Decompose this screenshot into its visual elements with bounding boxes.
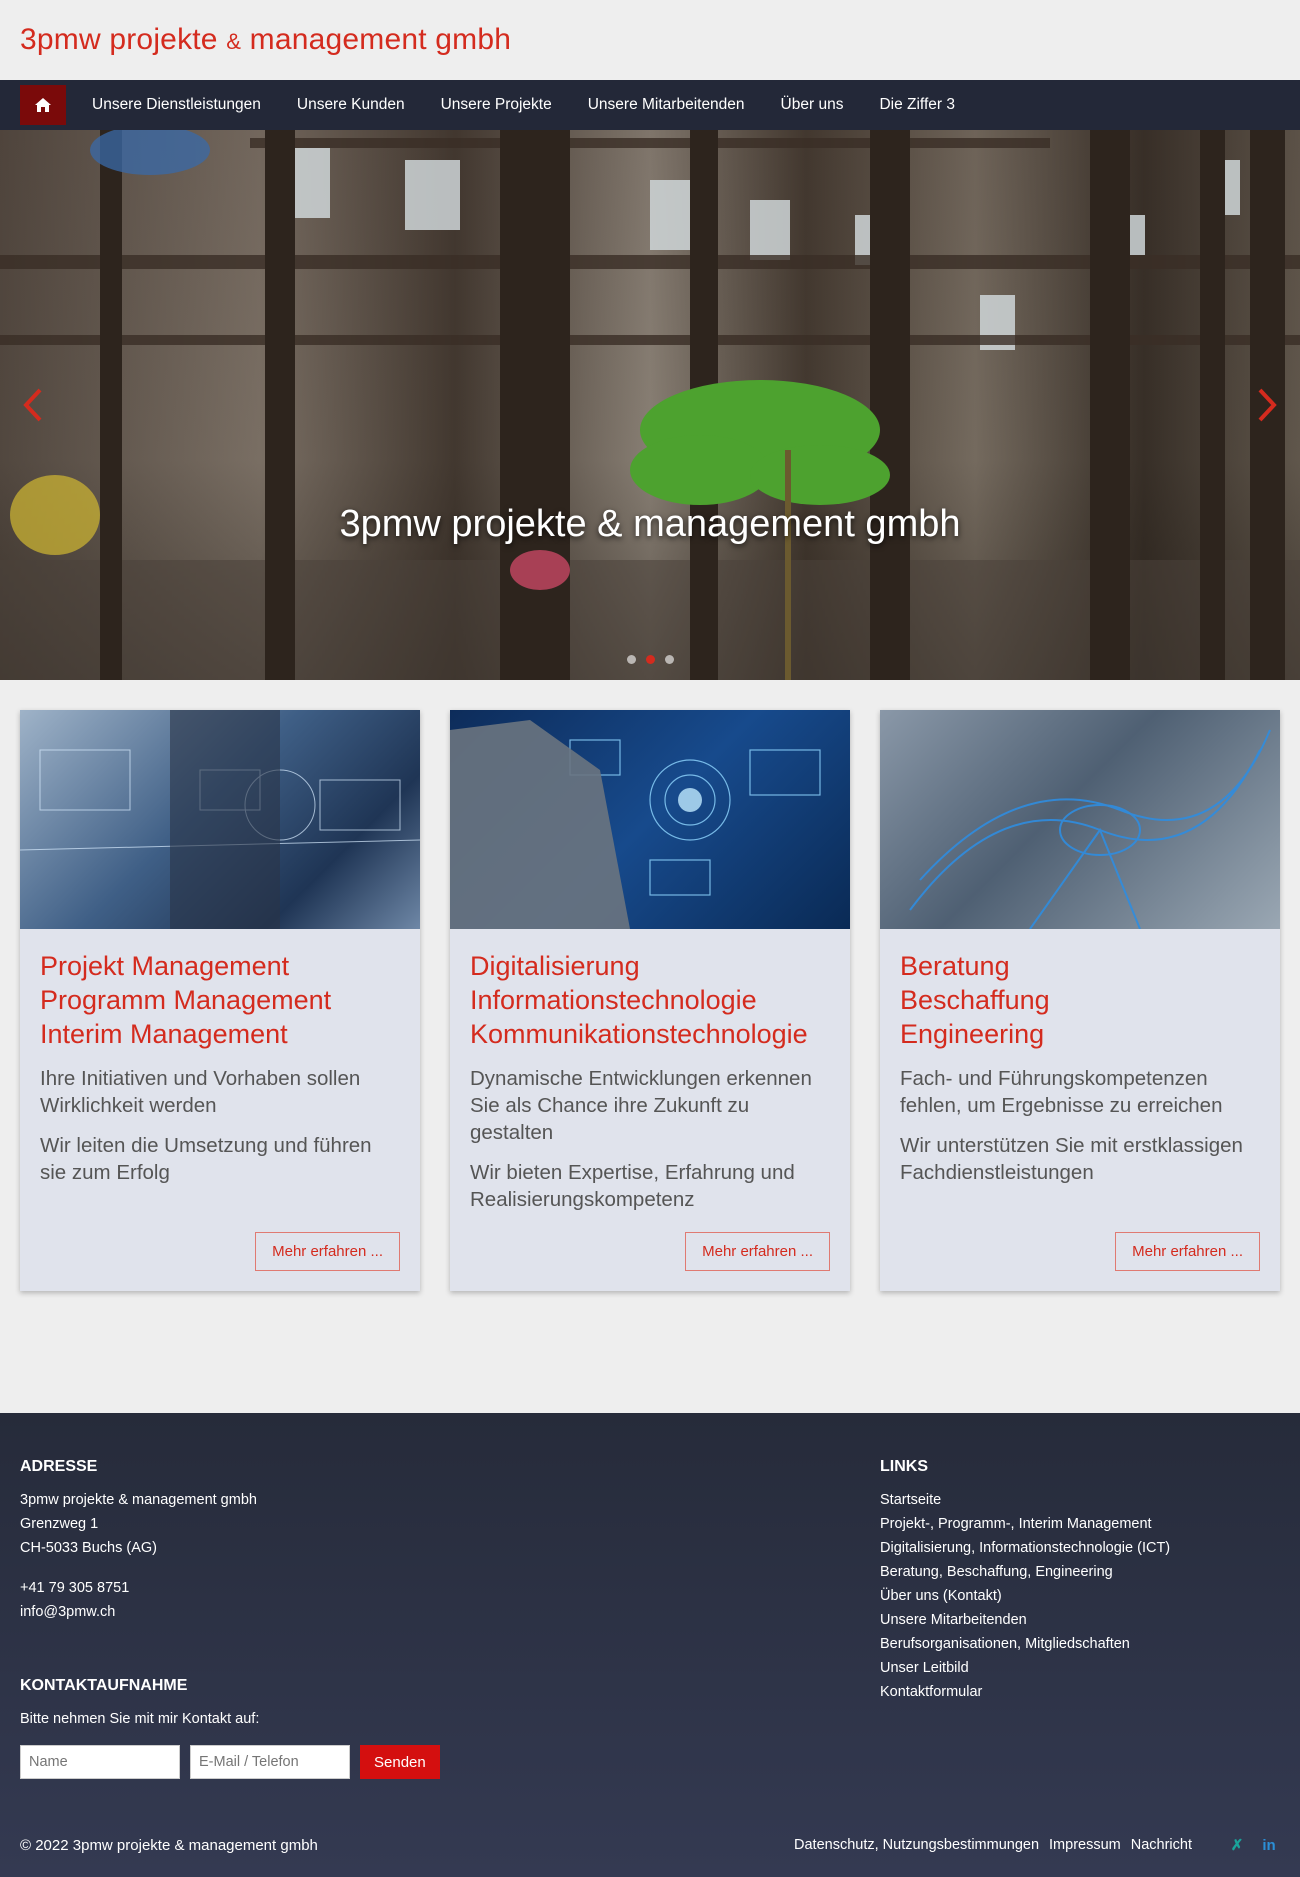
home-icon: [35, 98, 51, 112]
nav-home-button[interactable]: [20, 85, 66, 125]
card-title: Digitalisierung Informationstechnologie …: [470, 949, 830, 1051]
footer-bottom: © 2022 3pmw projekte & management gmbh D…: [20, 1833, 1280, 1857]
footer-link[interactable]: Unser Leitbild: [880, 1656, 1280, 1680]
footer-link-impressum[interactable]: Impressum: [1049, 1833, 1121, 1857]
slider-dot-1[interactable]: [626, 655, 636, 664]
main-nav: Unsere Dienstleistungen Unsere Kunden Un…: [0, 80, 1300, 130]
brand-text-2: management gmbh: [241, 23, 512, 56]
footer-link-datenschutz[interactable]: Datenschutz, Nutzungsbestimmungen: [794, 1833, 1039, 1857]
address-street: Grenzweg 1: [20, 1516, 99, 1532]
card-image: [880, 710, 1280, 929]
footer-links: LINKS Startseite Projekt-, Programm-, In…: [880, 1458, 1280, 1704]
hero-slider: 3pmw projekte & management gmbh: [0, 130, 1300, 680]
card-title-line: Kommunikationstechnologie: [470, 1019, 808, 1049]
footer-link[interactable]: Über uns (Kontakt): [880, 1584, 1280, 1608]
nav-item-kunden[interactable]: Unsere Kunden: [279, 96, 423, 114]
send-button[interactable]: Senden: [360, 1745, 440, 1779]
contact-heading: KONTAKTAUFNAHME: [20, 1677, 188, 1694]
card-text: Dynamische Entwicklungen erkennen Sie al…: [470, 1067, 812, 1144]
card-text: Fach- und Führungskompetenzen fehlen, um…: [900, 1067, 1223, 1117]
footer-link[interactable]: Projekt-, Programm-, Interim Management: [880, 1512, 1280, 1536]
address-company: 3pmw projekte & management gmbh: [20, 1492, 257, 1508]
slider-next-icon[interactable]: [1252, 385, 1282, 425]
xing-icon[interactable]: ✗: [1226, 1834, 1248, 1856]
card-title: Projekt Management Programm Management I…: [40, 949, 400, 1051]
email-phone-input[interactable]: [190, 1745, 350, 1779]
card-text: Ihre Initiativen und Vorhaben sollen Wir…: [40, 1067, 361, 1117]
more-info-button[interactable]: Mehr erfahren ...: [1115, 1232, 1260, 1271]
service-card: Projekt Management Programm Management I…: [20, 710, 420, 1291]
slider-dots: [0, 655, 1300, 664]
footer-link[interactable]: Berufsorganisationen, Mitgliedschaften: [880, 1632, 1280, 1656]
service-card: Beratung Beschaffung Engineering Fach- u…: [880, 710, 1280, 1291]
card-title-line: Projekt Management: [40, 951, 290, 981]
slider-prev-icon[interactable]: [18, 385, 48, 425]
card-text: Wir bieten Expertise, Erfahrung und Real…: [470, 1161, 795, 1211]
footer-address: ADRESSE 3pmw projekte & management gmbh …: [20, 1458, 620, 1624]
card-title-line: Interim Management: [40, 1019, 288, 1049]
hero-title: 3pmw projekte & management gmbh: [339, 503, 961, 545]
card-title: Beratung Beschaffung Engineering: [900, 949, 1260, 1051]
footer-link-nachricht[interactable]: Nachricht: [1131, 1833, 1192, 1857]
footer-link[interactable]: Unsere Mitarbeitenden: [880, 1608, 1280, 1632]
nav-item-ueber-uns[interactable]: Über uns: [763, 96, 862, 114]
slider-dot-2[interactable]: [645, 655, 655, 664]
footer-link[interactable]: Beratung, Beschaffung, Engineering: [880, 1560, 1280, 1584]
footer-link[interactable]: Startseite: [880, 1488, 1280, 1512]
more-info-button[interactable]: Mehr erfahren ...: [255, 1232, 400, 1271]
nav-item-dienstleistungen[interactable]: Unsere Dienstleistungen: [74, 96, 279, 114]
card-title-line: Programm Management: [40, 985, 332, 1015]
nav-item-ziffer-3[interactable]: Die Ziffer 3: [861, 96, 973, 114]
links-heading: LINKS: [880, 1458, 928, 1475]
contact-prompt: Bitte nehmen Sie mit mir Kontakt auf:: [20, 1711, 260, 1727]
service-cards: Projekt Management Programm Management I…: [0, 680, 1300, 1291]
footer-link[interactable]: Digitalisierung, Informationstechnologie…: [880, 1536, 1280, 1560]
copyright: © 2022 3pmw projekte & management gmbh: [20, 1836, 318, 1854]
card-title-line: Engineering: [900, 1019, 1045, 1049]
more-info-button[interactable]: Mehr erfahren ...: [685, 1232, 830, 1271]
address-heading: ADRESSE: [20, 1458, 98, 1475]
slider-dot-3[interactable]: [664, 655, 674, 664]
site-footer: ADRESSE 3pmw projekte & management gmbh …: [0, 1413, 1300, 1877]
brand-text-1: 3pmw projekte: [20, 23, 227, 56]
contact-form: KONTAKTAUFNAHME Bitte nehmen Sie mit mir…: [20, 1677, 440, 1779]
card-image: [450, 710, 850, 929]
card-text: Wir leiten die Umsetzung und führen sie …: [40, 1134, 372, 1184]
card-title-line: Informationstechnologie: [470, 985, 757, 1015]
site-header: 3pmw projekte & management gmbh: [0, 0, 1300, 80]
card-title-line: Beratung: [900, 951, 1010, 981]
card-title-line: Beschaffung: [900, 985, 1050, 1015]
address-city: CH-5033 Buchs (AG): [20, 1540, 157, 1556]
nav-item-mitarbeitende[interactable]: Unsere Mitarbeitenden: [570, 96, 763, 114]
hero-image: [0, 130, 1300, 680]
linkedin-icon[interactable]: in: [1258, 1834, 1280, 1856]
card-text: Wir unterstützen Sie mit erstklassigen F…: [900, 1134, 1243, 1184]
name-input[interactable]: [20, 1745, 180, 1779]
nav-item-projekte[interactable]: Unsere Projekte: [423, 96, 570, 114]
card-title-line: Digitalisierung: [470, 951, 640, 981]
address-phone[interactable]: +41 79 305 8751: [20, 1576, 620, 1600]
footer-link[interactable]: Kontaktformular: [880, 1680, 1280, 1704]
address-email[interactable]: info@3pmw.ch: [20, 1600, 620, 1624]
card-image: [20, 710, 420, 929]
brand-logo[interactable]: 3pmw projekte & management gmbh: [20, 23, 511, 57]
service-card: Digitalisierung Informationstechnologie …: [450, 710, 850, 1291]
brand-ampersand: &: [226, 29, 242, 54]
